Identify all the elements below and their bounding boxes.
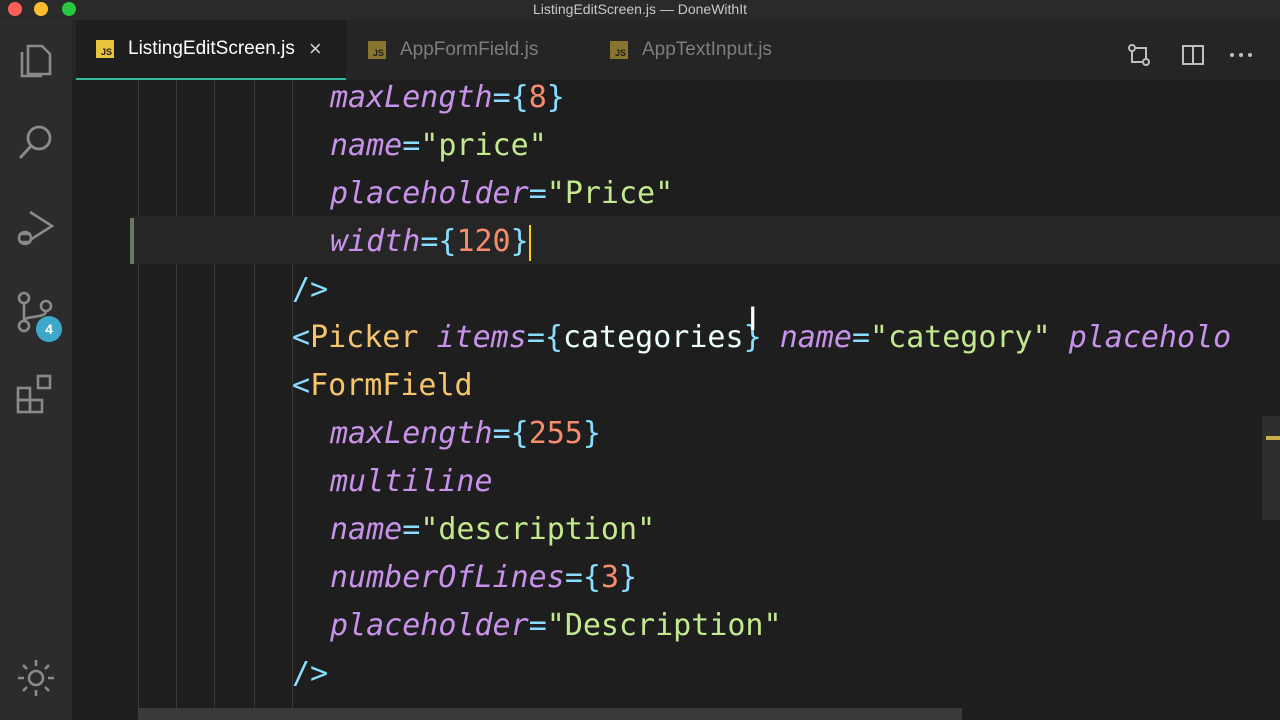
tab-label: AppTextInput.js <box>642 39 772 60</box>
code-line: /> <box>292 272 329 307</box>
close-tab-icon[interactable]: × <box>309 36 322 62</box>
js-file-icon: JS <box>368 41 386 59</box>
code-line: /> <box>292 656 329 691</box>
code-line: maxLength={8} <box>330 80 565 115</box>
modified-line-marker <box>130 218 134 264</box>
window-title-bar: ListingEditScreen.js — DoneWithIt <box>0 0 1280 20</box>
mouse-ibeam-cursor-icon: I <box>748 300 758 338</box>
settings-gear-icon[interactable] <box>14 656 58 700</box>
code-line: name="price" <box>330 128 547 163</box>
horizontal-scrollbar[interactable] <box>138 708 962 720</box>
js-file-icon: JS <box>96 40 114 58</box>
tab-app-text-input[interactable]: JS AppTextInput.js <box>610 20 772 80</box>
compare-changes-icon[interactable] <box>1126 42 1152 68</box>
explorer-icon[interactable] <box>14 38 58 82</box>
search-icon[interactable] <box>14 120 58 164</box>
code-line: placeholder="Price" <box>330 176 674 211</box>
tab-listing-edit-screen[interactable]: JS ListingEditScreen.js × <box>76 20 346 80</box>
split-editor-icon[interactable] <box>1180 42 1206 68</box>
close-window-button[interactable] <box>8 2 22 16</box>
run-debug-icon[interactable] <box>14 206 58 250</box>
code-editor[interactable]: maxLength={8} name="price" placeholder="… <box>72 80 1280 720</box>
indent-guide <box>214 80 215 720</box>
code-line-current: width={120} <box>330 224 531 261</box>
more-actions-icon[interactable] <box>1228 42 1254 68</box>
editor-tab-bar: JS ListingEditScreen.js × JS AppFormFiel… <box>72 20 1280 80</box>
indent-guide <box>254 80 255 720</box>
scm-changes-badge: 4 <box>36 316 62 342</box>
activity-bar: 4 <box>0 20 72 720</box>
code-line: placeholder="Description" <box>330 608 782 643</box>
minimize-window-button[interactable] <box>34 2 48 16</box>
tab-label: AppFormField.js <box>400 39 539 60</box>
maximize-window-button[interactable] <box>62 2 76 16</box>
tab-label: ListingEditScreen.js <box>128 38 295 59</box>
text-cursor <box>528 224 531 261</box>
code-line: multiline <box>330 464 493 499</box>
vertical-scrollbar[interactable] <box>1262 416 1280 520</box>
code-line: numberOfLines={3} <box>330 560 638 595</box>
current-line-highlight <box>132 216 1280 264</box>
js-file-icon: JS <box>610 41 628 59</box>
code-line: <FormField <box>292 368 473 403</box>
code-line: <Picker items={categories} name="categor… <box>292 320 1232 355</box>
code-line: maxLength={255} <box>330 416 601 451</box>
indent-guide <box>138 80 139 720</box>
indent-guide <box>176 80 177 720</box>
tab-app-form-field[interactable]: JS AppFormField.js <box>368 20 538 80</box>
window-title: ListingEditScreen.js — DoneWithIt <box>533 1 747 17</box>
extensions-icon[interactable] <box>14 372 58 416</box>
code-line: name="description" <box>330 512 656 547</box>
